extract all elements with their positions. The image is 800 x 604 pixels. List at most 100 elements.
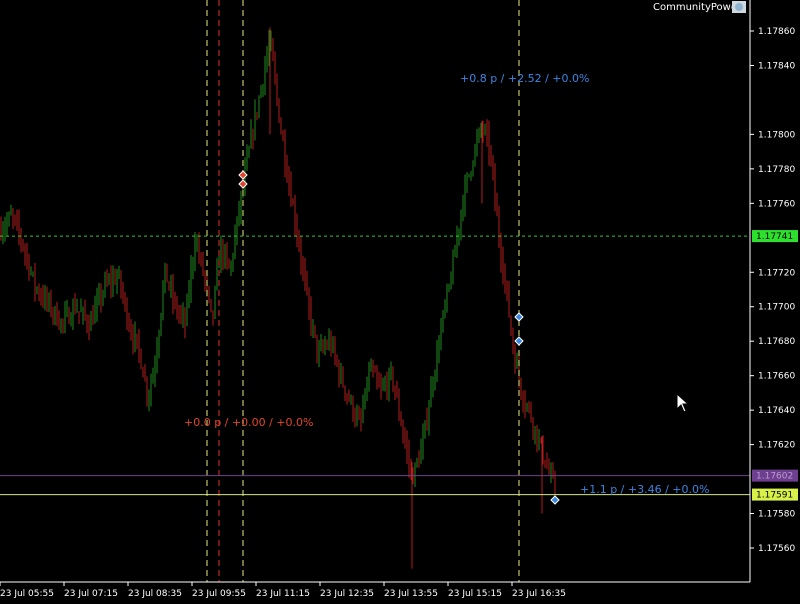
candle-body xyxy=(402,425,404,435)
candle-body xyxy=(172,285,174,301)
candle-body xyxy=(220,243,222,263)
candle-body xyxy=(176,301,178,313)
price-tick-label: 1.17840 xyxy=(758,61,795,71)
candle-body xyxy=(540,438,542,441)
trade-summary-bottom: +1.1 p / +3.46 / +0.0% xyxy=(580,483,710,496)
candle-body xyxy=(126,301,128,323)
candle-body xyxy=(84,309,86,318)
candle-body xyxy=(138,338,140,351)
candle-body xyxy=(4,227,6,232)
candle-body xyxy=(170,285,172,288)
price-chart[interactable]: 1.17860 1.17840 1.17800 1.17780 1.17760 1.177… xyxy=(0,0,800,600)
candle-body xyxy=(436,349,438,374)
candle-body xyxy=(226,251,228,260)
candle-body xyxy=(430,387,432,408)
candle-body xyxy=(28,257,30,273)
candle-body xyxy=(202,257,204,274)
candle-body xyxy=(240,192,242,212)
candle-body xyxy=(70,320,72,324)
candle-body xyxy=(94,308,96,324)
candle-body xyxy=(546,465,548,468)
candle-body xyxy=(400,415,402,426)
candle-body xyxy=(382,385,384,388)
candle-body xyxy=(348,395,350,401)
candle-body xyxy=(228,259,230,269)
candle-body xyxy=(162,287,164,314)
candle-body xyxy=(256,112,258,114)
trade-marker-buy-icon xyxy=(514,336,524,346)
candle-body xyxy=(550,471,552,473)
candle-body xyxy=(450,282,452,286)
candle-body xyxy=(330,338,332,349)
candle-body xyxy=(14,216,16,220)
candle-body xyxy=(516,364,518,369)
candle-body xyxy=(122,289,124,297)
candle-body xyxy=(464,183,466,208)
candle-body xyxy=(160,313,162,333)
candle-body xyxy=(290,185,292,204)
candle-body xyxy=(46,293,48,303)
candle-body xyxy=(44,293,46,302)
candle-body xyxy=(446,289,448,306)
candle-body xyxy=(492,157,494,174)
ea-smiley-icon xyxy=(732,1,746,13)
candle-body xyxy=(204,273,206,280)
candle-body xyxy=(92,317,94,324)
candle-body xyxy=(326,346,328,348)
candle-body xyxy=(284,140,286,166)
candle-body xyxy=(190,268,192,293)
candle-body xyxy=(376,372,378,382)
candle-body xyxy=(428,407,430,425)
axes: 1.17860 1.17840 1.17800 1.17780 1.17760 1.177… xyxy=(0,0,798,599)
candle-body xyxy=(38,288,40,296)
candle-body xyxy=(82,309,84,312)
candle-body xyxy=(238,211,240,218)
candle-body xyxy=(434,373,436,385)
candle-body xyxy=(42,297,44,302)
candles xyxy=(0,27,556,569)
candle-body xyxy=(188,292,190,299)
candle-body xyxy=(528,404,530,408)
price-tick-label: 1.17640 xyxy=(758,406,795,416)
candle-body xyxy=(98,293,100,300)
price-tick-label: 1.17700 xyxy=(758,303,795,313)
candle-body xyxy=(88,325,90,331)
candle-body xyxy=(420,449,422,464)
candle-body xyxy=(310,307,312,328)
price-tick-label: 1.17660 xyxy=(758,372,795,382)
candle-body xyxy=(80,311,82,313)
time-tick-label: 23 Jul 05:55 xyxy=(0,589,54,599)
candle-body xyxy=(358,415,360,419)
candle-body xyxy=(112,277,114,285)
candle-body xyxy=(432,384,434,388)
candle-body xyxy=(264,67,266,86)
candle-body xyxy=(302,262,304,270)
candle-body xyxy=(54,307,56,314)
price-tick-label: 1.17560 xyxy=(758,544,795,554)
candle-body xyxy=(136,334,138,339)
candle-body xyxy=(86,317,88,326)
price-tick-label: 1.17760 xyxy=(758,199,795,209)
price-tick-label: 1.17620 xyxy=(758,441,795,451)
candle-body xyxy=(536,426,538,443)
candle-body xyxy=(476,139,478,148)
candle-body xyxy=(40,295,42,298)
candle-body xyxy=(342,371,344,387)
candle-body xyxy=(494,173,496,202)
candle-body xyxy=(294,205,296,226)
candle-body xyxy=(72,305,74,321)
candle-body xyxy=(328,338,330,347)
time-tick-label: 23 Jul 08:35 xyxy=(128,589,182,599)
candle-body xyxy=(108,278,110,283)
candle-body xyxy=(368,369,370,389)
candle-body xyxy=(130,328,132,335)
candle-body xyxy=(462,207,464,212)
candle-body xyxy=(412,471,414,484)
candle-body xyxy=(164,263,166,288)
chart-canvas[interactable]: 1.17860 1.17840 1.17800 1.17780 1.17760 1.177… xyxy=(0,0,800,600)
candle-body xyxy=(350,398,352,401)
candle-body xyxy=(274,60,276,79)
candle-body xyxy=(192,260,194,269)
candle-body xyxy=(298,236,300,248)
candle-body xyxy=(344,386,346,395)
